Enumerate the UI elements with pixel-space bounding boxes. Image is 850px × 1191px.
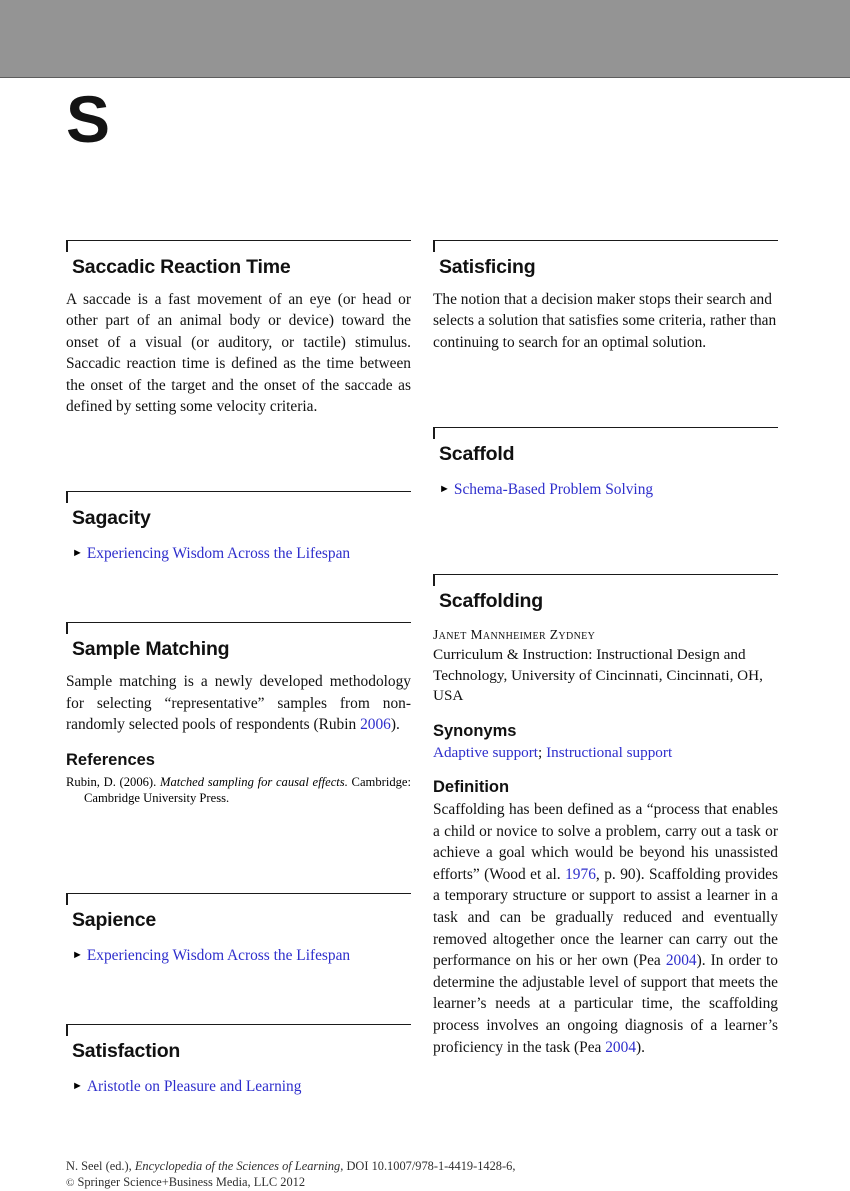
- entry-rule: [66, 1023, 411, 1036]
- top-gray-banner: [0, 0, 850, 78]
- synonym-link-1[interactable]: Adaptive support: [433, 744, 538, 761]
- entry-rule: [433, 574, 778, 587]
- citation-link-pea-2004-a[interactable]: 2004: [666, 952, 697, 969]
- entry-rule: [66, 622, 411, 635]
- entry-scaffolding: Scaffolding Janet Mannheimer Zydney Curr…: [433, 574, 778, 1058]
- copyright-icon: ©: [66, 1177, 75, 1189]
- synonyms-list: Adaptive support; Instructional support: [433, 743, 778, 763]
- entry-rule: [433, 240, 778, 252]
- author-affiliation: Curriculum & Instruction: Instructional …: [433, 646, 763, 705]
- definition-part-4: ).: [636, 1038, 645, 1056]
- entry-body: Sample matching is a newly developed met…: [66, 671, 411, 735]
- cross-reference-link[interactable]: Experiencing Wisdom Across the Lifespan: [87, 947, 350, 964]
- cross-reference-row[interactable]: ► Experiencing Wisdom Across the Lifespan: [72, 543, 411, 564]
- entry-title: Sapience: [72, 908, 157, 931]
- entry-body-text-tail: ).: [390, 716, 400, 734]
- cross-reference-row[interactable]: ► Aristotle on Pleasure and Learning: [72, 1076, 411, 1097]
- triangle-right-icon: ►: [72, 1079, 83, 1092]
- entry-saccadic-reaction-time: Saccadic Reaction Time A saccade is a fa…: [66, 240, 411, 417]
- entry-rule: [66, 892, 411, 905]
- footer-editor: N. Seel (ed.),: [66, 1159, 135, 1173]
- entry-rule: [433, 427, 778, 440]
- citation-link[interactable]: 2006: [360, 716, 391, 733]
- alphabet-letter-heading: S: [66, 82, 110, 156]
- page-content: S Saccadic Reaction Time A saccade is a …: [0, 78, 850, 1189]
- citation-link-wood-1976[interactable]: 1976: [565, 866, 596, 883]
- definition-heading: Definition: [433, 778, 510, 796]
- triangle-right-icon: ►: [72, 948, 83, 961]
- entry-title: Saccadic Reaction Time: [72, 256, 291, 278]
- definition-body: Scaffolding has been defined as a “proce…: [433, 799, 778, 1058]
- author-name: Janet Mannheimer Zydney: [433, 627, 596, 643]
- entry-scaffold: Scaffold ► Schema-Based Problem Solving: [433, 427, 778, 500]
- cross-reference-row[interactable]: ► Experiencing Wisdom Across the Lifespan: [72, 945, 411, 966]
- reference-item: Rubin, D. (2006). Matched sampling for c…: [66, 774, 411, 806]
- entry-title: Satisficing: [439, 256, 536, 278]
- entry-rule: [66, 491, 411, 504]
- entry-body: The notion that a decision maker stops t…: [433, 291, 777, 351]
- entry-title: Sagacity: [72, 507, 151, 530]
- footer-line-1: N. Seel (ed.), Encyclopedia of the Scien…: [66, 1158, 786, 1174]
- entry-rule: [66, 240, 411, 252]
- reference-author-year: Rubin, D. (2006).: [66, 774, 160, 789]
- right-column: Satisficing The notion that a decision m…: [433, 240, 778, 1097]
- triangle-right-icon: ►: [439, 483, 450, 496]
- entry-sapience: Sapience ► Experiencing Wisdom Across the…: [66, 892, 411, 966]
- entry-title: Sample Matching: [72, 638, 230, 661]
- entry-sagacity: Sagacity ► Experiencing Wisdom Across the…: [66, 491, 411, 564]
- cross-reference-link[interactable]: Experiencing Wisdom Across the Lifespan: [87, 545, 350, 562]
- entry-body: A saccade is a fast movement of an eye (…: [66, 291, 411, 416]
- synonym-separator: ;: [538, 744, 547, 761]
- footer-line-2: © Springer Science+Business Media, LLC 2…: [66, 1174, 786, 1191]
- citation-link-pea-2004-b[interactable]: 2004: [605, 1039, 636, 1056]
- cross-reference-row[interactable]: ► Schema-Based Problem Solving: [439, 479, 778, 500]
- cross-reference-link[interactable]: Aristotle on Pleasure and Learning: [87, 1078, 302, 1095]
- entry-satisfaction: Satisfaction ► Aristotle on Pleasure and …: [66, 1023, 411, 1097]
- entry-title: Scaffold: [439, 443, 515, 466]
- references-heading: References: [66, 750, 155, 769]
- footer-publisher: Springer Science+Business Media, LLC 201…: [74, 1175, 306, 1189]
- page-footer: N. Seel (ed.), Encyclopedia of the Scien…: [66, 1158, 786, 1191]
- two-column-layout: Saccadic Reaction Time A saccade is a fa…: [66, 240, 786, 1097]
- cross-reference-link[interactable]: Schema-Based Problem Solving: [454, 481, 653, 498]
- entry-title: Satisfaction: [72, 1039, 181, 1062]
- entry-title: Scaffolding: [439, 590, 543, 613]
- entry-sample-matching: Sample Matching Sample matching is a new…: [66, 622, 411, 806]
- left-column: Saccadic Reaction Time A saccade is a fa…: [66, 240, 411, 1097]
- triangle-right-icon: ►: [72, 547, 83, 560]
- synonyms-heading: Synonyms: [433, 722, 517, 740]
- entry-satisficing: Satisficing The notion that a decision m…: [433, 240, 778, 353]
- reference-title: Matched sampling for causal effects.: [159, 774, 348, 789]
- synonym-link-2[interactable]: Instructional support: [546, 744, 672, 761]
- footer-doi: , DOI 10.1007/978-1-4419-1428-6,: [340, 1159, 516, 1173]
- footer-book-title: Encyclopedia of the Sciences of Learning: [134, 1159, 341, 1173]
